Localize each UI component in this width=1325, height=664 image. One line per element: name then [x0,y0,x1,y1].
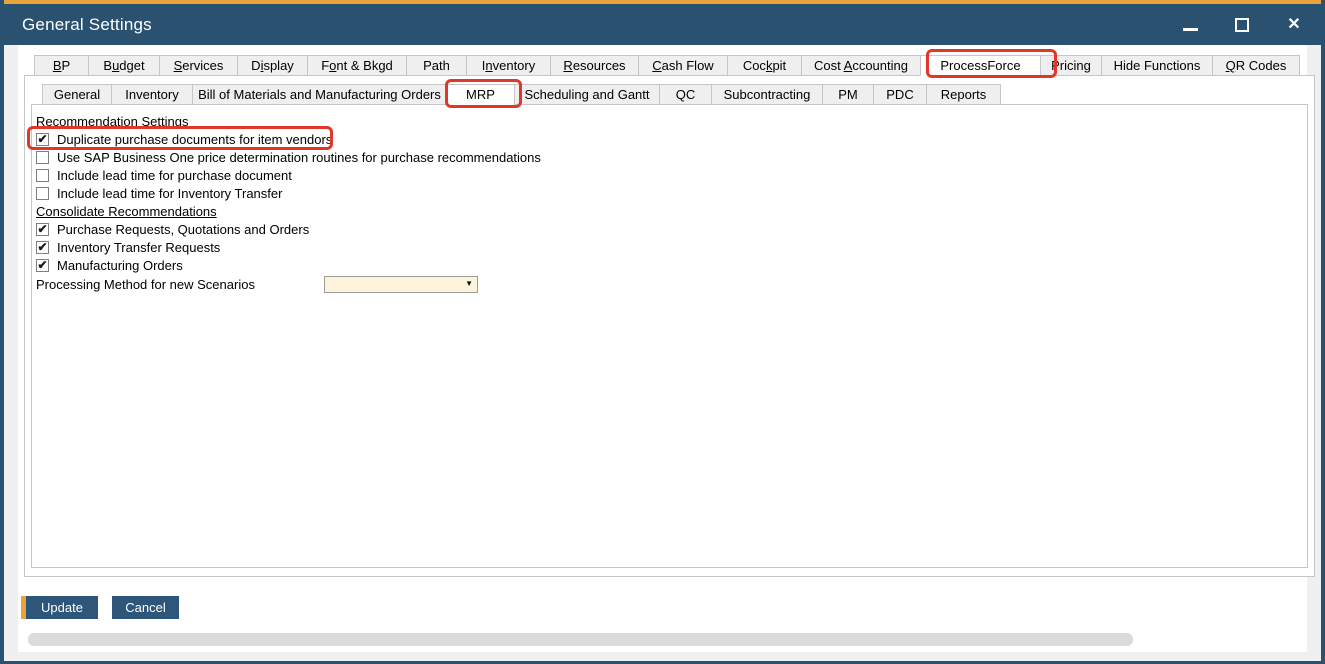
maximize-button[interactable] [1231,14,1253,36]
subtab-pdc[interactable]: PDC [873,84,927,105]
checkbox-label: Include lead time for Inventory Transfer [57,186,282,201]
tab-budget[interactable]: Budget [88,55,160,76]
purchase-requests-checkbox[interactable]: ✔ [36,223,49,236]
horizontal-scrollbar[interactable] [26,632,1299,646]
checkbox-row-duplicate-purchase-docs: ✔ Duplicate purchase documents for item … [35,130,1307,148]
window-client-area: BP Budget Services Display Font & Bkgd P… [18,45,1307,652]
subtab-qc[interactable]: QC [659,84,712,105]
subtab-inventory[interactable]: Inventory [111,84,193,105]
consolidate-recommendations-header: Consolidate Recommendations [35,202,1307,220]
main-tab-bar: BP Budget Services Display Font & Bkgd P… [34,55,1307,76]
recommendation-settings-header: Recommendation Settings [35,112,1307,130]
close-button[interactable]: ✕ [1283,14,1305,36]
tab-bp[interactable]: BP [34,55,89,76]
tab-inventory[interactable]: Inventory [466,55,551,76]
price-determination-checkbox[interactable] [36,151,49,164]
window-controls: ✕ [1179,4,1305,45]
titlebar: General Settings ✕ [0,4,1325,45]
processing-method-row: Processing Method for new Scenarios ▼ [35,275,1307,293]
footer-button-row: Update Cancel [21,596,1307,619]
subtab-bom-manufacturing-orders[interactable]: Bill of Materials and Manufacturing Orde… [192,84,447,105]
processing-method-dropdown[interactable]: ▼ [324,276,478,293]
subtab-scheduling-gantt[interactable]: Scheduling and Gantt [514,84,660,105]
update-button[interactable]: Update [21,596,98,619]
processforce-pane: General Inventory Bill of Materials and … [24,75,1315,577]
tab-qr-codes[interactable]: QR Codes [1212,55,1300,76]
chevron-down-icon: ▼ [465,280,473,288]
tab-path[interactable]: Path [406,55,467,76]
maximize-icon [1235,18,1249,32]
mrp-settings-groupbox: Recommendation Settings ✔ Duplicate purc… [31,104,1308,568]
checkbox-label: Inventory Transfer Requests [57,240,220,255]
minimize-icon [1183,28,1198,31]
checkbox-label: Include lead time for purchase document [57,168,292,183]
tab-cash-flow[interactable]: Cash Flow [638,55,728,76]
subtab-subcontracting[interactable]: Subcontracting [711,84,823,105]
tab-cost-accounting[interactable]: Cost Accounting [801,55,921,76]
subtab-general[interactable]: General [42,84,112,105]
tab-processforce[interactable]: ProcessForce [920,55,1041,76]
subtab-mrp[interactable]: MRP [446,84,515,105]
checkbox-label: Manufacturing Orders [57,258,183,273]
checkbox-label: Purchase Requests, Quotations and Orders [57,222,309,237]
checkbox-row-lead-time-purchase: Include lead time for purchase document [35,166,1307,184]
subtab-reports[interactable]: Reports [926,84,1001,105]
inventory-transfer-requests-checkbox[interactable]: ✔ [36,241,49,254]
tab-cockpit[interactable]: Cockpit [727,55,802,76]
checkbox-row-inventory-transfer-requests: ✔ Inventory Transfer Requests [35,238,1307,256]
processing-method-label: Processing Method for new Scenarios [35,277,324,292]
checkbox-row-lead-time-inventory-transfer: Include lead time for Inventory Transfer [35,184,1307,202]
checkbox-row-purchase-requests: ✔ Purchase Requests, Quotations and Orde… [35,220,1307,238]
tab-display[interactable]: Display [237,55,308,76]
checkbox-row-price-determination: Use SAP Business One price determination… [35,148,1307,166]
processforce-tab-bar: General Inventory Bill of Materials and … [42,84,1314,105]
checkbox-label: Duplicate purchase documents for item ve… [57,132,332,147]
checkbox-label: Use SAP Business One price determination… [57,150,541,165]
checkbox-row-manufacturing-orders: ✔ Manufacturing Orders [35,256,1307,274]
tab-font-bkgd[interactable]: Font & Bkgd [307,55,407,76]
close-icon: ✕ [1287,17,1300,33]
minimize-button[interactable] [1179,14,1201,36]
manufacturing-orders-checkbox[interactable]: ✔ [36,259,49,272]
duplicate-purchase-docs-checkbox[interactable]: ✔ [36,133,49,146]
subtab-pm[interactable]: PM [822,84,874,105]
lead-time-inventory-transfer-checkbox[interactable] [36,187,49,200]
horizontal-scrollbar-thumb[interactable] [28,633,1133,646]
window-title: General Settings [22,15,152,35]
general-settings-window: General Settings ✕ BP Budget Services Di… [0,0,1325,664]
lead-time-purchase-checkbox[interactable] [36,169,49,182]
tab-services[interactable]: Services [159,55,238,76]
tab-resources[interactable]: Resources [550,55,639,76]
cancel-button[interactable]: Cancel [112,596,179,619]
tab-hide-functions[interactable]: Hide Functions [1101,55,1213,76]
tab-pricing[interactable]: Pricing [1040,55,1102,76]
